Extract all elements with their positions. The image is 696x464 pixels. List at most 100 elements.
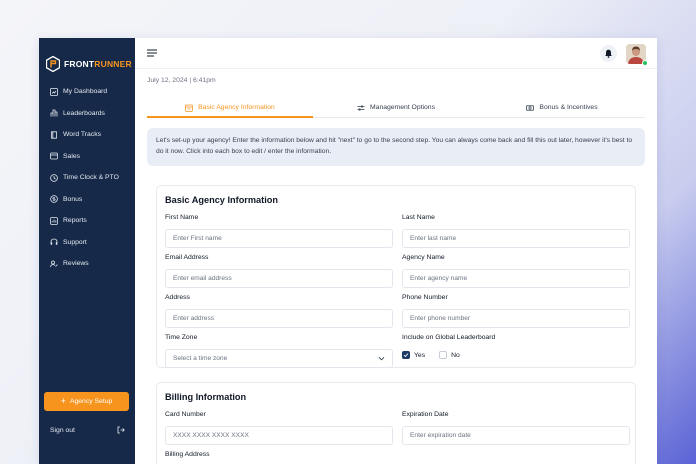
field-label: Address xyxy=(165,294,190,301)
sliders-icon xyxy=(357,105,365,110)
first-name-field: First Name Enter First name xyxy=(165,214,393,248)
setup-info-banner: Let's set-up your agency! Enter the info… xyxy=(147,128,645,166)
book-icon xyxy=(51,131,57,139)
field-label: Include on Global Leaderboard xyxy=(402,334,496,341)
sign-out-label: Sign out xyxy=(50,426,75,434)
tab-basic-agency-information[interactable]: Basic Agency Information xyxy=(147,98,313,118)
time-zone-field: Time Zone Select a time zone xyxy=(165,334,393,368)
sidebar-item-label: Time Clock & PTO xyxy=(63,174,119,182)
time-zone-placeholder: Select a time zone xyxy=(173,355,228,362)
field-label: Billing Address xyxy=(165,451,210,458)
frontrunner-logo-icon xyxy=(46,56,60,72)
money-icon xyxy=(526,104,535,111)
phone-input[interactable]: Enter phone number xyxy=(402,309,630,328)
sidebar-item-label: Reports xyxy=(63,217,87,225)
sidebar-item-label: Support xyxy=(63,238,87,246)
app-window: FRONTRUNNER My Dashboard Leaderboards Wo… xyxy=(39,38,657,464)
sidebar-item-label: Reviews xyxy=(63,260,89,268)
tab-label: Management Options xyxy=(370,104,435,111)
sidebar-item-label: Leaderboards xyxy=(63,109,105,117)
field-label: Expiration Date xyxy=(402,411,449,418)
sidebar-item-sales[interactable]: Sales xyxy=(39,146,135,168)
logout-icon xyxy=(117,426,125,434)
brand-name: FRONTRUNNER xyxy=(64,59,132,69)
building-icon xyxy=(185,104,193,112)
reviews-icon xyxy=(50,260,58,267)
checkmark-icon xyxy=(403,353,409,358)
agency-name-field: Agency Name Enter agency name xyxy=(402,254,630,288)
leaderboard-options: Yes No xyxy=(402,351,630,359)
sign-out-button[interactable]: Sign out xyxy=(50,426,125,434)
online-status-dot xyxy=(642,60,648,66)
setup-tabs: Basic Agency Information Management Opti… xyxy=(147,98,645,118)
sidebar-item-time-clock[interactable]: Time Clock & PTO xyxy=(39,167,135,189)
field-label: Phone Number xyxy=(402,294,448,301)
field-label: Card Number xyxy=(165,411,206,418)
last-name-input[interactable]: Enter last name xyxy=(402,229,630,248)
sidebar-item-label: My Dashboard xyxy=(63,88,108,96)
hamburger-menu-icon[interactable] xyxy=(147,49,157,57)
card-number-input[interactable]: XXXX XXXX XXXX XXXX xyxy=(165,426,393,445)
checkbox-unchecked xyxy=(439,351,448,359)
expiration-field: Expiration Date Enter expiration date xyxy=(402,411,630,445)
tab-bonus-incentives[interactable]: Bonus & Incentives xyxy=(479,98,645,117)
field-label: Agency Name xyxy=(402,254,445,261)
leaderboard-yes-checkbox[interactable]: Yes xyxy=(402,351,425,359)
phone-field: Phone Number Enter phone number xyxy=(402,294,630,328)
agency-name-input[interactable]: Enter agency name xyxy=(402,269,630,288)
sidebar-nav: My Dashboard Leaderboards Word Tracks Sa… xyxy=(39,81,135,275)
address-input[interactable]: Enter address xyxy=(165,309,393,328)
tab-label: Basic Agency Information xyxy=(198,104,275,111)
sidebar-item-label: Bonus xyxy=(63,195,83,203)
global-leaderboard-field: Include on Global Leaderboard Yes No xyxy=(402,334,630,359)
email-field: Email Address Enter email address xyxy=(165,254,393,288)
dashboard-icon xyxy=(50,87,58,96)
tab-label: Bonus & Incentives xyxy=(539,104,598,111)
card-title: Basic Agency Information xyxy=(165,195,278,205)
tab-management-options[interactable]: Management Options xyxy=(313,98,479,117)
basic-info-card: Basic Agency Information First Name Ente… xyxy=(156,185,636,368)
agency-setup-button[interactable]: + Agency Setup xyxy=(44,392,129,411)
leaderboard-no-checkbox[interactable]: No xyxy=(439,351,460,359)
expiration-input[interactable]: Enter expiration date xyxy=(402,426,630,445)
field-label: First Name xyxy=(165,214,199,221)
current-date: July 12, 2024 | 6:41pm xyxy=(147,77,216,84)
checkbox-label: No xyxy=(451,351,460,359)
bell-icon xyxy=(605,49,612,58)
support-icon xyxy=(50,238,58,245)
sidebar-item-word-tracks[interactable]: Word Tracks xyxy=(39,124,135,146)
billing-address-field: Billing Address xyxy=(165,451,393,462)
sidebar-item-leaderboards[interactable]: Leaderboards xyxy=(39,103,135,125)
sidebar: FRONTRUNNER My Dashboard Leaderboards Wo… xyxy=(39,38,135,464)
main-content: July 12, 2024 | 6:41pm Basic Agency Info… xyxy=(135,38,657,464)
user-avatar[interactable] xyxy=(626,44,648,66)
chevron-down-icon xyxy=(378,356,385,361)
sidebar-item-support[interactable]: Support xyxy=(39,232,135,254)
leaderboard-icon xyxy=(50,109,58,117)
sidebar-item-reports[interactable]: Reports xyxy=(39,210,135,232)
notifications-button[interactable] xyxy=(600,45,617,62)
sidebar-item-reviews[interactable]: Reviews xyxy=(39,253,135,275)
address-field: Address Enter address xyxy=(165,294,393,328)
clock-icon xyxy=(50,173,58,182)
first-name-input[interactable]: Enter First name xyxy=(165,229,393,248)
field-label: Time Zone xyxy=(165,334,198,341)
checkbox-checked xyxy=(402,351,410,359)
sidebar-item-label: Sales xyxy=(63,152,81,160)
card-title: Billing Information xyxy=(165,392,247,402)
brand-name-part2: RUNNER xyxy=(94,59,132,69)
sidebar-item-bonus[interactable]: Bonus xyxy=(39,189,135,211)
sales-icon xyxy=(50,152,58,160)
plus-icon: + xyxy=(60,396,66,406)
reports-icon xyxy=(50,216,58,225)
agency-setup-label: Agency Setup xyxy=(69,398,113,405)
checkbox-label: Yes xyxy=(414,351,426,359)
billing-info-card: Billing Information Card Number XXXX XXX… xyxy=(156,382,636,464)
sidebar-item-dashboard[interactable]: My Dashboard xyxy=(39,81,135,103)
card-number-field: Card Number XXXX XXXX XXXX XXXX xyxy=(165,411,393,445)
email-input[interactable]: Enter email address xyxy=(165,269,393,288)
field-label: Last Name xyxy=(402,214,435,221)
sidebar-item-label: Word Tracks xyxy=(63,131,102,139)
time-zone-select[interactable]: Select a time zone xyxy=(165,349,393,368)
brand-name-part1: FRONT xyxy=(64,59,95,69)
